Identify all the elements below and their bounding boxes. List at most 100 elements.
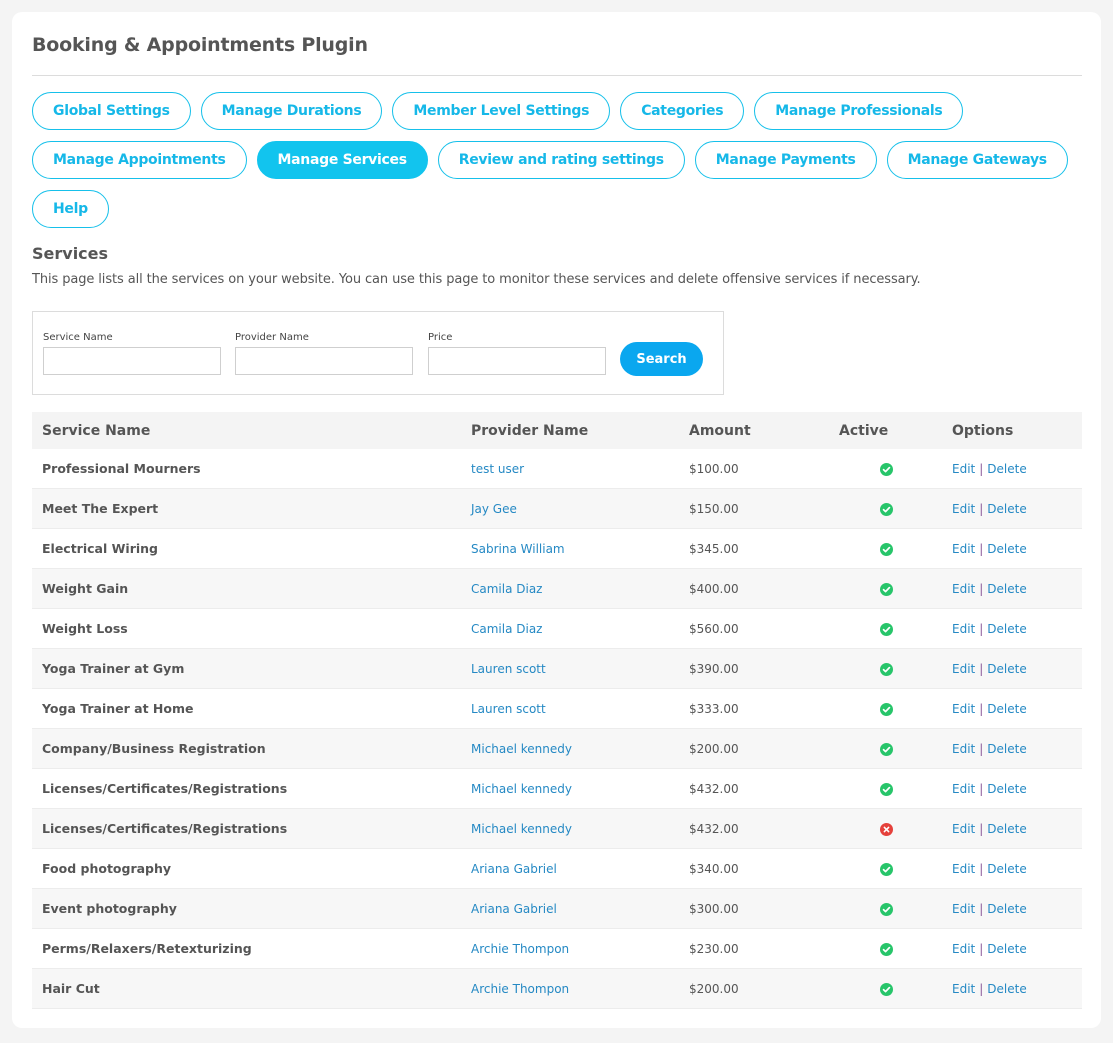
edit-link[interactable]: Edit (952, 982, 975, 996)
service-name-input[interactable] (43, 347, 221, 375)
edit-link[interactable]: Edit (952, 662, 975, 676)
provider-link[interactable]: Michael kennedy (471, 782, 572, 796)
active-cell (829, 488, 934, 529)
provider-cell: Ariana Gabriel (461, 848, 679, 889)
amount-cell: $100.00 (679, 449, 829, 489)
delete-link[interactable]: Delete (987, 822, 1026, 836)
edit-link[interactable]: Edit (952, 862, 975, 876)
options-separator: | (979, 861, 984, 876)
delete-link[interactable]: Delete (987, 902, 1026, 916)
provider-cell: Archie Thompon (461, 928, 679, 969)
edit-link[interactable]: Edit (952, 942, 975, 956)
table-row: Company/Business Registration Michael ken… (32, 728, 1082, 769)
delete-link[interactable]: Delete (987, 462, 1026, 476)
table-row: Weight Loss Camila Diaz $560.00 Edit | Delete (32, 608, 1082, 649)
delete-link[interactable]: Delete (987, 542, 1026, 556)
provider-name-input[interactable] (235, 347, 413, 375)
check-circle-icon (880, 902, 893, 916)
provider-link[interactable]: Sabrina William (471, 542, 565, 556)
edit-link[interactable]: Edit (952, 702, 975, 716)
search-button[interactable]: Search (620, 342, 703, 376)
edit-link[interactable]: Edit (952, 582, 975, 596)
provider-link[interactable]: Archie Thompon (471, 982, 569, 996)
tab-categories[interactable]: Categories (620, 92, 745, 130)
amount-cell: $200.00 (679, 968, 829, 1009)
tab-manage-durations[interactable]: Manage Durations (200, 92, 383, 130)
provider-link[interactable]: Camila Diaz (471, 622, 542, 636)
edit-link[interactable]: Edit (952, 822, 975, 836)
check-circle-icon (880, 582, 893, 596)
service-name-cell: Licenses/Certificates/Registrations (32, 808, 461, 849)
price-input[interactable] (428, 347, 606, 375)
delete-link[interactable]: Delete (987, 662, 1026, 676)
provider-link[interactable]: Camila Diaz (471, 582, 542, 596)
edit-link[interactable]: Edit (952, 462, 975, 476)
provider-link[interactable]: test user (471, 462, 524, 476)
tab-help[interactable]: Help (32, 190, 109, 228)
column-header-active: Active (829, 412, 934, 449)
delete-link[interactable]: Delete (987, 582, 1026, 596)
delete-link[interactable]: Delete (987, 702, 1026, 716)
check-circle-icon (880, 782, 893, 796)
tab-manage-services[interactable]: Manage Services (256, 141, 428, 179)
check-circle-icon (880, 542, 893, 556)
options-cell: Edit | Delete (934, 928, 1082, 969)
provider-link[interactable]: Lauren scott (471, 662, 546, 676)
delete-link[interactable]: Delete (987, 782, 1026, 796)
service-name-cell: Perms/Relaxers/Retexturizing (32, 928, 461, 969)
provider-name-label: Provider Name (235, 332, 309, 343)
tab-manage-payments[interactable]: Manage Payments (694, 141, 877, 179)
provider-link[interactable]: Michael kennedy (471, 822, 572, 836)
provider-link[interactable]: Ariana Gabriel (471, 902, 557, 916)
column-header-provider-name: Provider Name (461, 412, 679, 449)
service-name-cell: Weight Gain (32, 568, 461, 609)
options-separator: | (979, 541, 984, 556)
edit-link[interactable]: Edit (952, 502, 975, 516)
price-label: Price (428, 332, 453, 343)
tab-manage-professionals[interactable]: Manage Professionals (754, 92, 964, 130)
title-divider (32, 75, 1082, 76)
table-row: Food photography Ariana Gabriel $340.00 Edi… (32, 848, 1082, 889)
provider-link[interactable]: Michael kennedy (471, 742, 572, 756)
delete-link[interactable]: Delete (987, 622, 1026, 636)
check-circle-icon (880, 862, 893, 876)
active-cell (829, 848, 934, 889)
tab-manage-gateways[interactable]: Manage Gateways (886, 141, 1068, 179)
options-cell: Edit | Delete (934, 488, 1082, 529)
provider-link[interactable]: Jay Gee (471, 502, 517, 516)
table-row: Hair Cut Archie Thompon $200.00 Edit | Delete (32, 968, 1082, 1009)
options-cell: Edit | Delete (934, 968, 1082, 1009)
provider-cell: Lauren scott (461, 688, 679, 729)
delete-link[interactable]: Delete (987, 502, 1026, 516)
provider-link[interactable]: Archie Thompon (471, 942, 569, 956)
edit-link[interactable]: Edit (952, 742, 975, 756)
tab-manage-appointments[interactable]: Manage Appointments (32, 141, 247, 179)
options-separator: | (979, 781, 984, 796)
provider-link[interactable]: Lauren scott (471, 702, 546, 716)
tab-member-level-settings[interactable]: Member Level Settings (392, 92, 611, 130)
edit-link[interactable]: Edit (952, 622, 975, 636)
provider-link[interactable]: Ariana Gabriel (471, 862, 557, 876)
table-row: Weight Gain Camila Diaz $400.00 Edit | Delete (32, 568, 1082, 609)
amount-cell: $345.00 (679, 528, 829, 569)
options-separator: | (979, 621, 984, 636)
delete-link[interactable]: Delete (987, 942, 1026, 956)
options-cell: Edit | Delete (934, 608, 1082, 649)
delete-link[interactable]: Delete (987, 862, 1026, 876)
tab-global-settings[interactable]: Global Settings (32, 92, 191, 130)
provider-cell: Michael kennedy (461, 728, 679, 769)
nav-tab-row: Global Settings Manage Durations Member Le… (32, 92, 1092, 130)
service-name-cell: Hair Cut (32, 968, 461, 1009)
edit-link[interactable]: Edit (952, 542, 975, 556)
table-row: Meet The Expert Jay Gee $150.00 Edit | Delete (32, 488, 1082, 529)
check-circle-icon (880, 702, 893, 716)
delete-link[interactable]: Delete (987, 982, 1026, 996)
delete-link[interactable]: Delete (987, 742, 1026, 756)
options-cell: Edit | Delete (934, 688, 1082, 729)
edit-link[interactable]: Edit (952, 902, 975, 916)
check-circle-icon (880, 942, 893, 956)
price-field: Price (428, 332, 606, 375)
nav-tabs: Global Settings Manage Durations Member Le… (32, 92, 1092, 239)
edit-link[interactable]: Edit (952, 782, 975, 796)
tab-review-and-rating-settings[interactable]: Review and rating settings (437, 141, 685, 179)
